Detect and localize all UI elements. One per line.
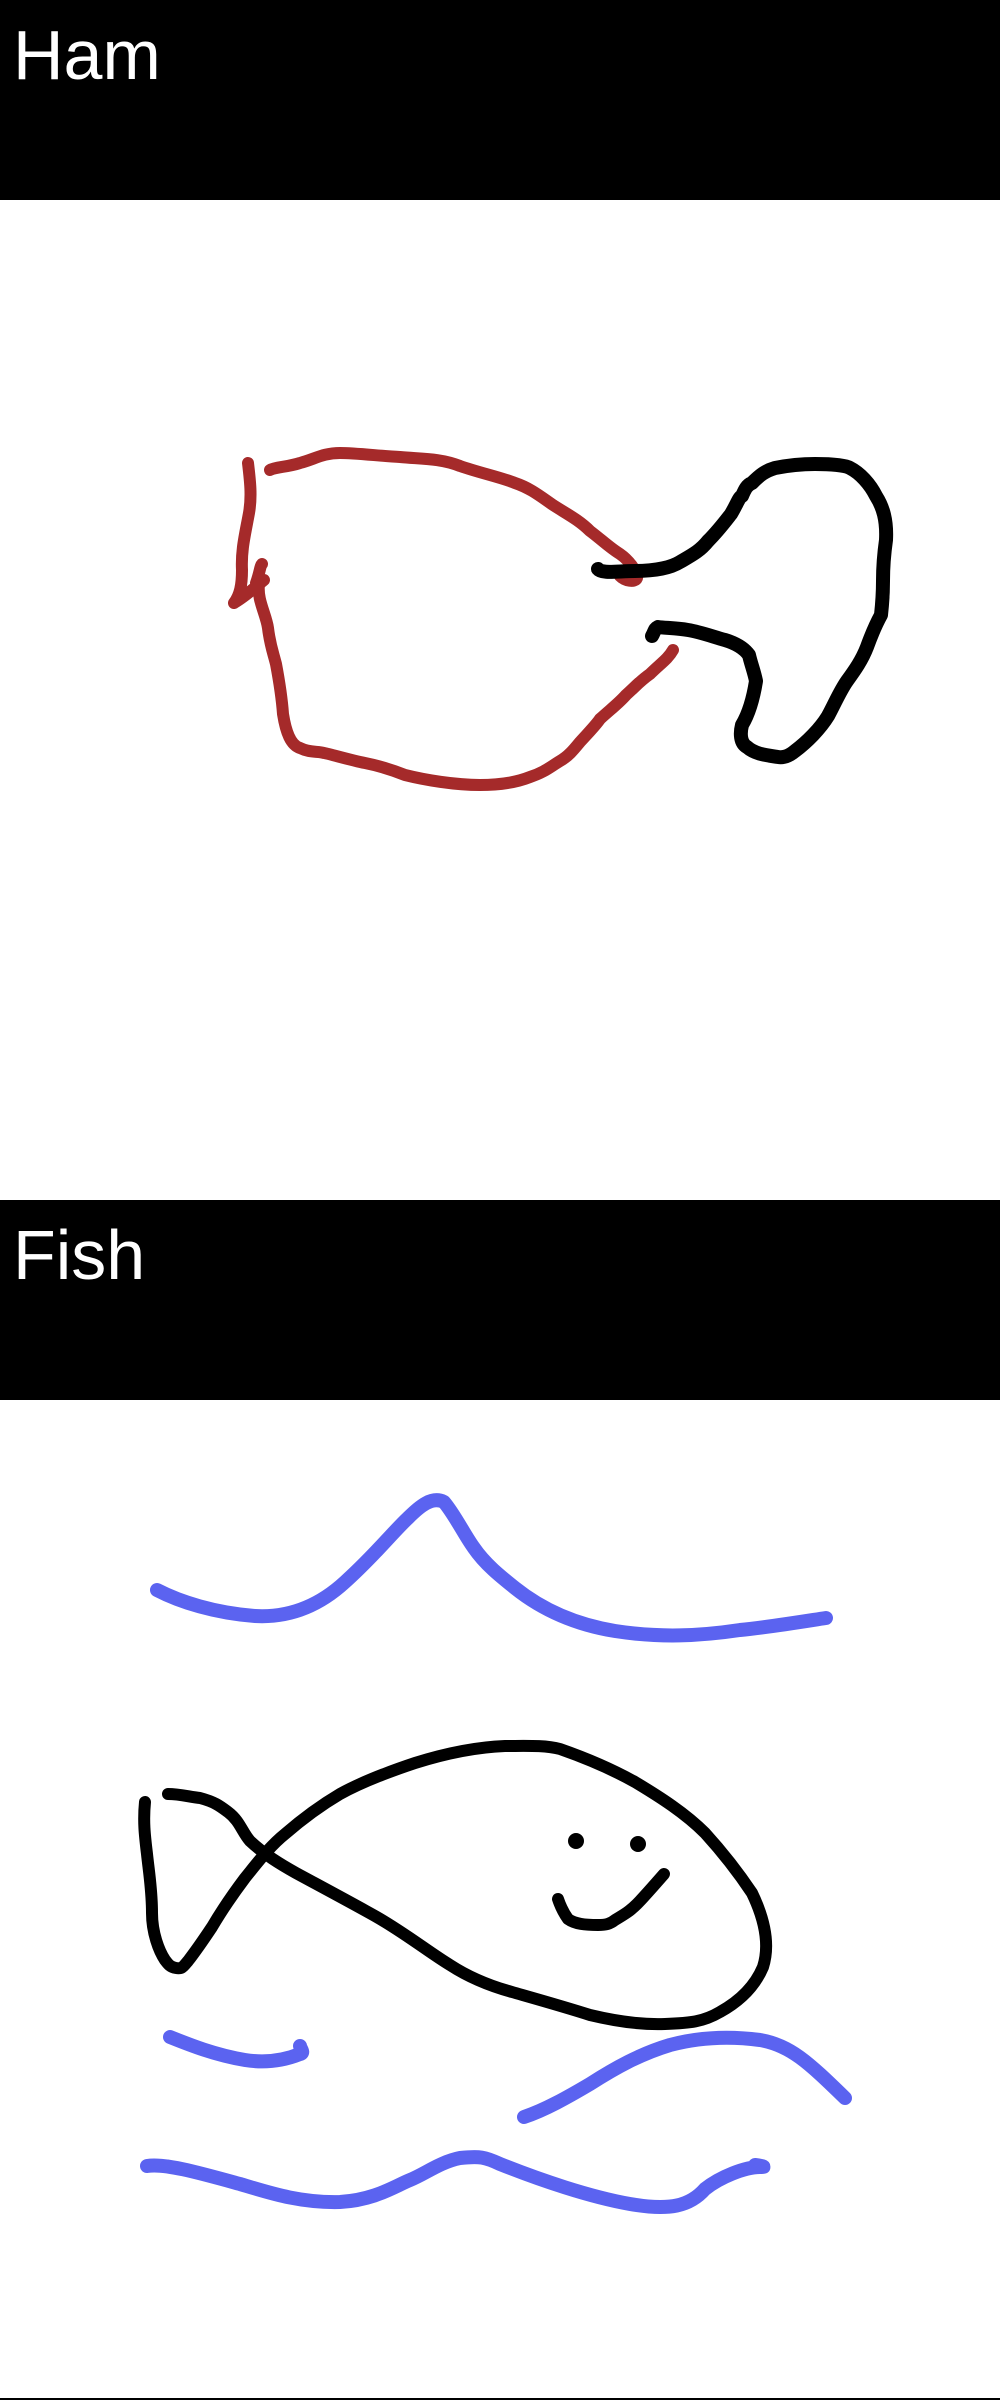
drawing-gallery: Ham Fish: [0, 0, 1000, 2400]
fish-eye-stroke: [568, 1833, 584, 1849]
drawing-title-bar-ham: Ham: [0, 0, 1000, 200]
fish-eye-stroke: [630, 1836, 646, 1852]
drawing-title: Ham: [13, 16, 161, 94]
ham-outline-stroke: [264, 447, 644, 587]
fish-body-stroke: [138, 1739, 773, 2031]
ham-drawing-icon: [228, 447, 894, 791]
ham-bone-stroke: [591, 457, 894, 765]
fish-drawing-icon: [138, 1493, 852, 2215]
ham-outline-stroke: [252, 578, 679, 791]
fish-wave-stroke: [163, 2030, 310, 2069]
fish-wave-stroke: [150, 1493, 833, 1643]
drawing-title-bar-fish: Fish: [0, 1200, 1000, 1400]
drawing-canvas-fish: [0, 1400, 1000, 2400]
fish-mouth-stroke: [552, 1868, 670, 1931]
fish-wave-stroke: [517, 2030, 852, 2124]
drawing-title: Fish: [13, 1216, 146, 1294]
drawing-canvas-ham: [0, 200, 1000, 1200]
fish-wave-stroke: [140, 2150, 771, 2215]
